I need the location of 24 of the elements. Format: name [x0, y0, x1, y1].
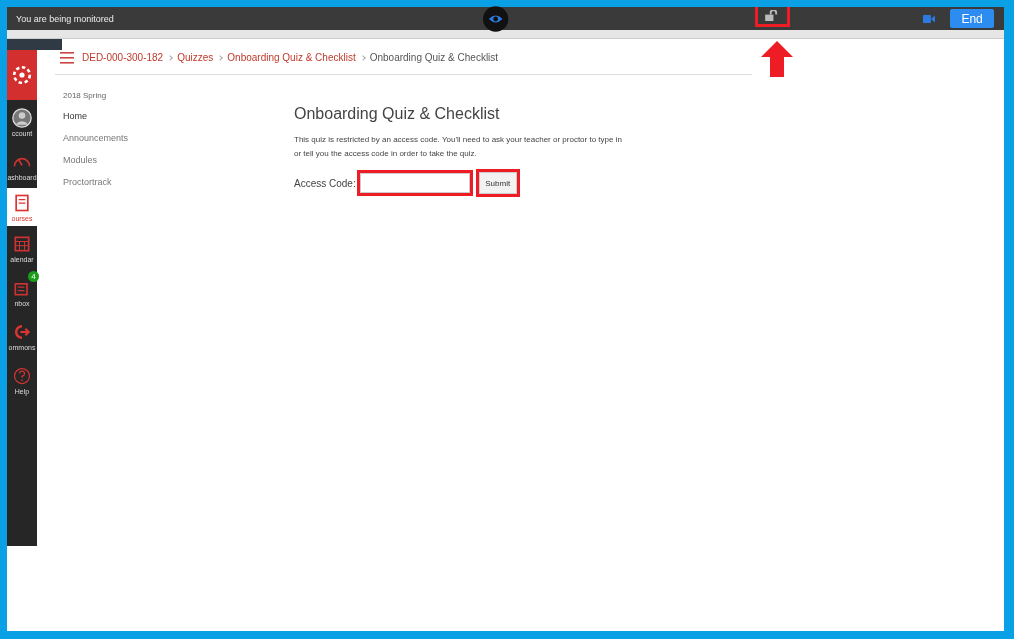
- avatar-icon: [12, 107, 32, 128]
- course-nav-link[interactable]: Modules: [63, 155, 294, 177]
- breadcrumb-link[interactable]: Onboarding Quiz & Checklist: [227, 52, 356, 63]
- header-bar: [7, 39, 62, 50]
- course-nav-link[interactable]: Proctortrack: [63, 177, 294, 199]
- video-camera-icon[interactable]: [922, 13, 936, 24]
- quiz-title: Onboarding Quiz & Checklist: [294, 105, 501, 123]
- book-icon: [12, 192, 32, 213]
- quiz-description: This quiz is restricted by an access code. You'll need to ask your teacher or proctor to type in or tell you the access code in order to take the quiz.: [294, 134, 623, 160]
- submit-button[interactable]: Submit: [478, 172, 517, 194]
- access-code-label: Access Code:: [294, 177, 356, 189]
- breadcrumb-current: Onboarding Quiz & Checklist: [369, 52, 499, 63]
- monitor-message: You are being monitored: [16, 13, 115, 24]
- unread-count: 4: [28, 270, 39, 282]
- breadcrumb-link[interactable]: DED-000-300-182: [82, 52, 164, 63]
- help-icon: [12, 365, 32, 386]
- eye-icon: [483, 6, 509, 32]
- unlocked-padlock-icon[interactable]: [764, 10, 780, 21]
- course-nav-link[interactable]: Announcements: [63, 133, 294, 155]
- term-label: 2018 Spring: [63, 91, 108, 100]
- menu-icon[interactable]: [60, 51, 74, 64]
- course-nav-link[interactable]: Home: [63, 111, 294, 133]
- breadcrumb-link[interactable]: Quizzes: [177, 52, 214, 63]
- logo-tile[interactable]: [7, 50, 37, 100]
